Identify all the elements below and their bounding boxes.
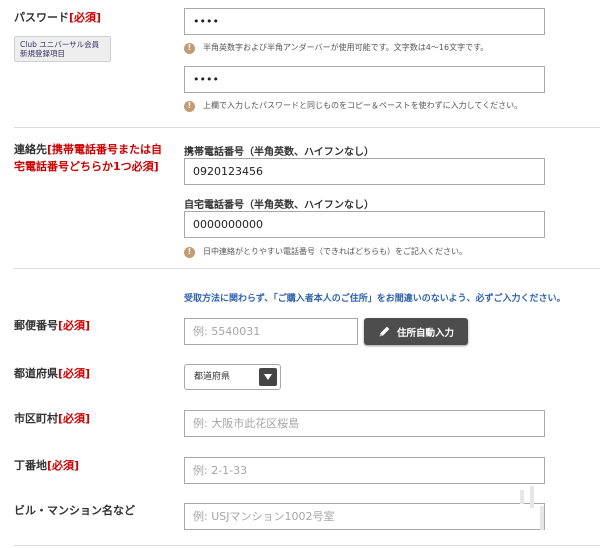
city-input[interactable]: 例: 大阪市此花区桜島 [184, 410, 545, 437]
block-address-label: 丁番地[必須] [14, 457, 79, 474]
required-mark: [必須] [69, 11, 102, 24]
building-label: ビル・マンション名など [14, 504, 135, 517]
password-confirm-note-text: 上欄で入力したパスワードと同じものをコピー＆ペーストを使わずに入力してください。 [203, 101, 523, 110]
contact-label-text: 連絡先 [14, 143, 47, 156]
triangle-down-icon [259, 368, 277, 386]
section-divider [14, 127, 600, 128]
postal-code-label-text: 郵便番号 [14, 319, 58, 332]
phone-note: ! 日中連絡がとりやすい電話番号（できればどちらも）をご記入ください。 [184, 246, 467, 258]
city-label: 市区町村[必須] [14, 410, 90, 427]
block-address-input[interactable]: 例: 2-1-33 [184, 457, 545, 484]
required-mark: [必須] [47, 459, 80, 472]
phone-note-text: 日中連絡がとりやすい電話番号（できればどちらも）をご記入ください。 [203, 247, 467, 256]
warning-icon: ! [184, 246, 195, 258]
required-mark: [必須] [58, 367, 91, 380]
password-note-text: 半角英数字および半角アンダーバーが使用可能です。文字数は4〜16文字です。 [203, 43, 489, 52]
home-phone-label: 自宅電話番号（半角英数、ハイフンなし） [184, 200, 374, 211]
password-input[interactable]: •••• [184, 8, 545, 35]
mobile-phone-label: 携帯電話番号（半角英数、ハイフンなし） [184, 147, 374, 158]
warning-icon: ! [184, 100, 195, 112]
city-label-text: 市区町村 [14, 412, 58, 425]
club-member-badge: Club ユニバーサル会員 新規登録項目 [14, 36, 111, 62]
warning-icon: ! [184, 42, 195, 54]
required-mark: 宅電話番号どちらか1つ必須] [14, 160, 159, 173]
password-note: ! 半角英数字および半角アンダーバーが使用可能です。文字数は4〜16文字です。 [184, 42, 488, 54]
home-phone-input[interactable]: 0000000000 [184, 211, 545, 238]
password-label-text: パスワード [14, 11, 69, 24]
block-address-label-text: 丁番地 [14, 459, 47, 472]
building-input[interactable]: 例: USJマンション1002号室 [184, 503, 545, 530]
prefecture-label: 都道府県[必須] [14, 365, 90, 382]
auto-address-button-label: 住所自動入力 [396, 327, 454, 339]
prefecture-select-value: 都道府県 [194, 372, 231, 382]
prefecture-select[interactable]: 都道府県 [184, 364, 281, 390]
required-mark: [携帯電話番号または自 [47, 143, 163, 156]
page-edge-decoration [520, 486, 544, 530]
contact-label: 連絡先[携帯電話番号または自 宅電話番号どちらか1つ必須] [14, 141, 162, 175]
section-divider [14, 268, 600, 269]
password-confirm-input[interactable]: •••• [184, 66, 545, 93]
password-confirm-note: ! 上欄で入力したパスワードと同じものをコピー＆ペーストを使わずに入力してくださ… [184, 100, 522, 112]
pencil-icon [378, 325, 391, 338]
postal-code-label: 郵便番号[必須] [14, 317, 90, 334]
auto-address-button[interactable]: 住所自動入力 [364, 318, 468, 345]
section-divider [14, 545, 600, 546]
password-label: パスワード[必須] [14, 9, 101, 26]
mobile-phone-input[interactable]: 0920123456 [184, 158, 545, 185]
required-mark: [必須] [58, 319, 91, 332]
address-notice: 受取方法に関わらず、「ご購入者本人のご住所」をお間違いのないよう、必ずご入力くだ… [184, 294, 566, 304]
postal-code-input[interactable]: 例: 5540031 [184, 318, 358, 345]
prefecture-label-text: 都道府県 [14, 367, 58, 380]
required-mark: [必須] [58, 412, 91, 425]
